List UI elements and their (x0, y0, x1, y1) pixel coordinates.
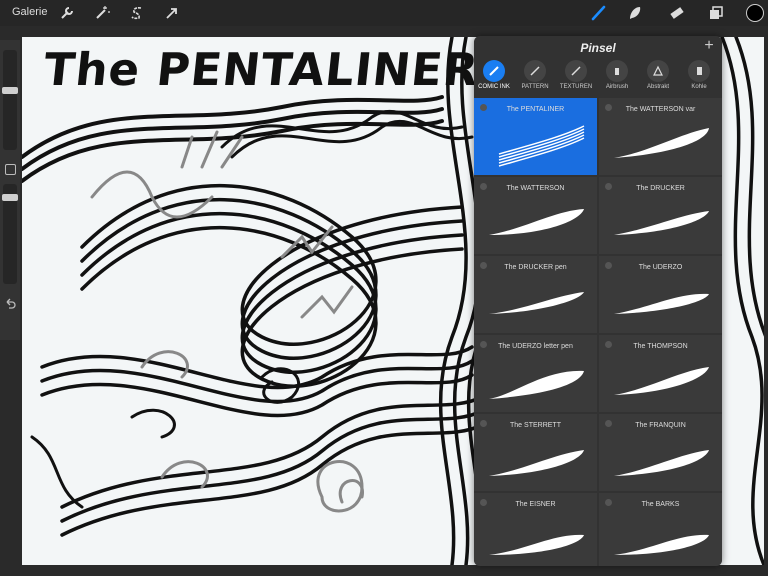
brush-preview (489, 534, 584, 555)
brush-preview (489, 292, 584, 314)
pattern-icon (524, 60, 546, 82)
brush-size-knob[interactable] (2, 87, 18, 94)
layers-icon[interactable] (707, 4, 725, 22)
opacity-knob[interactable] (2, 194, 18, 201)
wrench-icon[interactable] (58, 4, 76, 22)
magic-wand-icon[interactable] (93, 4, 111, 22)
brush-item[interactable]: The PENTALINER (474, 98, 597, 175)
brush-preview (614, 128, 709, 158)
smudge-icon[interactable] (626, 4, 644, 22)
category-airbrush[interactable]: Airbrush (597, 60, 637, 90)
arrow-cursor-icon[interactable] (163, 4, 181, 22)
brush-item[interactable]: The THOMPSON (599, 335, 722, 412)
modify-button[interactable] (5, 164, 16, 175)
panel-title: Pinsel (580, 41, 616, 55)
brush-item[interactable]: The DRUCKER pen (474, 256, 597, 333)
brush-item[interactable]: The WATTERSON var (599, 98, 722, 175)
category-comic-ink[interactable]: COMIC INK (474, 60, 514, 90)
selection-s-icon[interactable] (128, 4, 146, 22)
color-picker-button[interactable] (746, 4, 764, 22)
brush-preview (489, 450, 584, 476)
texturen-icon (565, 60, 587, 82)
category-kohle[interactable]: Kohle (679, 60, 719, 90)
brush-preview (489, 370, 584, 399)
brush-size-slider[interactable] (2, 50, 18, 150)
brush-item[interactable]: The DRUCKER (599, 177, 722, 254)
artwork-title-text: The PENTALINER (41, 43, 482, 96)
add-brush-button[interactable]: + (700, 37, 718, 55)
brush-preview (498, 125, 585, 167)
brush-item[interactable]: The WATTERSON (474, 177, 597, 254)
sidebar (0, 40, 20, 340)
airbrush-icon (606, 60, 628, 82)
undo-icon[interactable] (4, 296, 16, 309)
brush-preview (614, 293, 709, 314)
brush-preview (614, 211, 709, 235)
comic-ink-icon (483, 60, 505, 82)
brush-icon[interactable] (590, 4, 608, 22)
brush-item[interactable]: The EISNER (474, 493, 597, 566)
brush-preview (614, 450, 709, 476)
eraser-icon[interactable] (668, 4, 686, 22)
category-texturen[interactable]: TEXTUREN (556, 60, 596, 90)
opacity-slider[interactable] (2, 184, 18, 284)
brush-item[interactable]: The FRANQUIN (599, 414, 722, 491)
abstrakt-icon (647, 60, 669, 82)
brush-item[interactable]: The STERRETT (474, 414, 597, 491)
brush-preview (614, 367, 709, 395)
brush-library-panel: Pinsel + COMIC INK PATTERN TEXTUREN Airb… (474, 36, 722, 566)
brush-item[interactable]: The UDERZO letter pen (474, 335, 597, 412)
category-abstrakt[interactable]: Abstrakt (638, 60, 678, 90)
brush-item[interactable]: The UDERZO (599, 256, 722, 333)
kohle-icon (688, 60, 710, 82)
brush-preview (489, 209, 584, 235)
brush-item[interactable]: The BARKS (599, 493, 722, 566)
brush-preview (614, 534, 709, 555)
top-toolbar: Galerie (0, 0, 768, 26)
category-pattern[interactable]: PATTERN (515, 60, 555, 90)
gallery-button[interactable]: Galerie (12, 6, 47, 18)
